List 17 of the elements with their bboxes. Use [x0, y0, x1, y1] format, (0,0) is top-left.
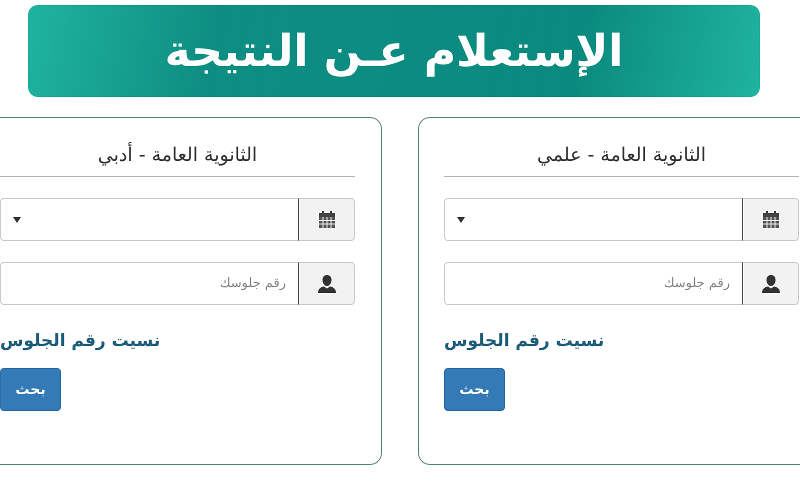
seat-number-field[interactable]: رقم جلوسك	[444, 262, 742, 305]
calendar-icon	[318, 211, 334, 228]
calendar-icon	[762, 211, 778, 228]
page-title: الإستعلام عـن النتيجة	[164, 26, 624, 76]
search-button[interactable]: بحث	[444, 368, 505, 411]
user-icon	[318, 274, 336, 292]
forgot-seat-link[interactable]: نسيت رقم الجلوس	[0, 331, 160, 351]
caret-icon	[13, 216, 21, 222]
forgot-seat-link[interactable]: نسيت رقم الجلوس	[444, 331, 604, 351]
user-icon	[762, 274, 780, 292]
seat-number-field[interactable]: رقم جلوسك	[0, 262, 298, 305]
select-field[interactable]	[444, 198, 742, 241]
search-button[interactable]: بحث	[0, 368, 61, 411]
select-field[interactable]	[0, 198, 298, 241]
caret-icon	[457, 216, 465, 222]
card-title: الثانوية العامة - علمي	[444, 144, 799, 177]
card-title: الثانوية العامة - أدبي	[0, 144, 355, 177]
